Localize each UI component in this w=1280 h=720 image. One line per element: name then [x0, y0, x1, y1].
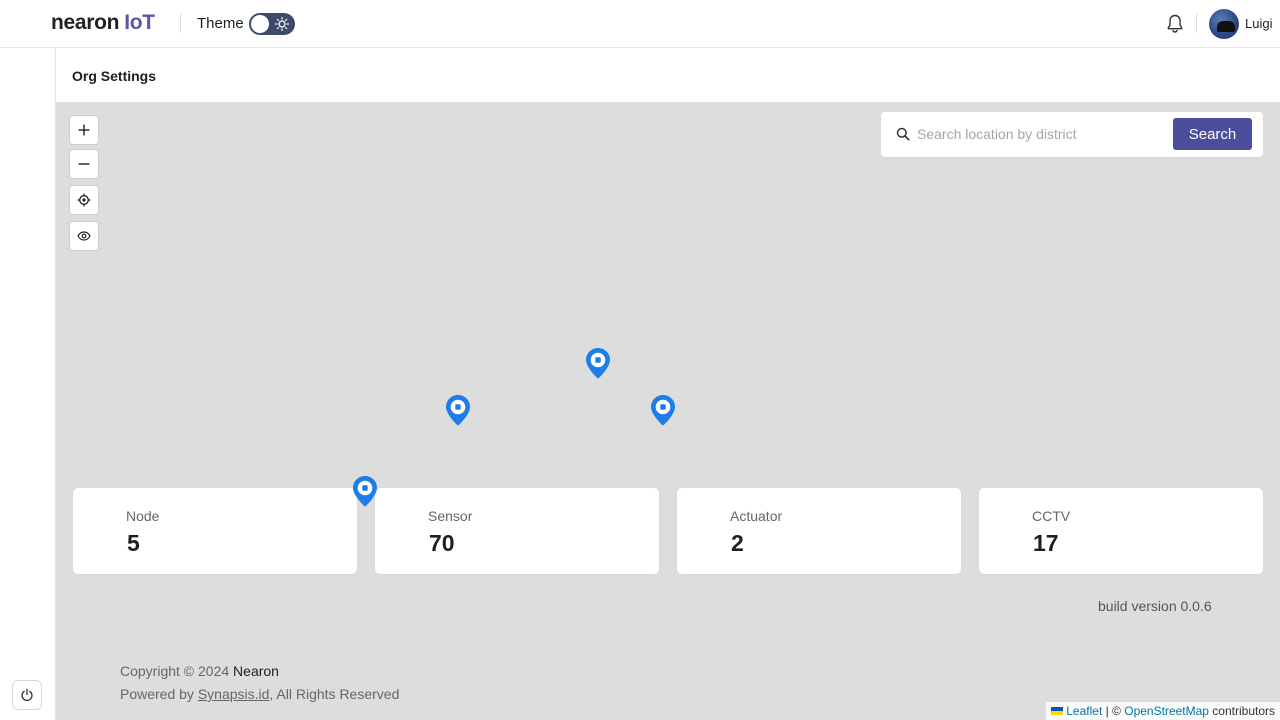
powered-suffix: , All Rights Reserved — [269, 686, 400, 702]
eye-icon — [77, 231, 91, 241]
app-logo[interactable]: nearon IoT — [51, 11, 155, 35]
ukraine-flag-icon — [1051, 707, 1064, 715]
stat-label: Sensor — [428, 508, 473, 524]
stat-label: CCTV — [1032, 508, 1071, 524]
toggle-knob — [251, 15, 269, 33]
logo-suffix: IoT — [124, 11, 155, 34]
sun-icon — [274, 16, 290, 32]
powered-by: Powered by Synapsis.id, All Rights Reser… — [120, 686, 399, 702]
attribution-suffix: contributors — [1208, 704, 1275, 718]
map-view[interactable]: Search Node 5 Sensor 70 Actuator 2 CCTV … — [56, 102, 1280, 720]
avatar-figure — [1217, 21, 1235, 32]
map-pin-icon[interactable] — [352, 475, 378, 507]
stat-card-sensor: Sensor 70 — [374, 487, 660, 575]
build-version: build version 0.0.6 — [1098, 598, 1212, 614]
stat-card-cctv: CCTV 17 — [978, 487, 1264, 575]
map-pin-icon[interactable] — [585, 347, 611, 379]
minus-icon — [78, 163, 90, 165]
stat-label: Actuator — [730, 508, 783, 524]
search-button[interactable]: Search — [1173, 118, 1252, 150]
stat-value: 70 — [429, 530, 455, 556]
bell-icon[interactable] — [1165, 13, 1185, 35]
synapsis-link[interactable]: Synapsis.id — [198, 686, 270, 702]
locate-button[interactable] — [69, 185, 99, 215]
avatar[interactable] — [1209, 9, 1239, 39]
location-search: Search — [881, 112, 1263, 157]
logo-brand: nearon — [51, 11, 120, 34]
map-pin-icon[interactable] — [650, 394, 676, 426]
power-icon — [21, 688, 33, 702]
page-header: Org Settings — [56, 48, 1280, 102]
leaflet-link[interactable]: Leaflet — [1066, 704, 1102, 718]
user-name[interactable]: Luigi — [1245, 16, 1272, 31]
search-icon — [896, 127, 910, 141]
stat-value: 5 — [127, 530, 140, 556]
header-divider-right — [1196, 13, 1197, 33]
top-bar: nearon IoT Theme Luigi — [0, 0, 1280, 48]
header-divider — [180, 13, 181, 33]
stat-card-actuator: Actuator 2 — [676, 487, 962, 575]
sidebar — [0, 48, 56, 720]
stat-card-node: Node 5 — [72, 487, 358, 575]
logout-button[interactable] — [12, 680, 42, 710]
stat-label: Node — [126, 508, 160, 524]
theme-toggle[interactable] — [249, 13, 295, 35]
toggle-visibility-button[interactable] — [69, 221, 99, 251]
attribution-separator: | © — [1102, 704, 1125, 718]
crosshair-icon — [77, 193, 91, 207]
map-pin-icon[interactable] — [445, 394, 471, 426]
map-attribution: Leaflet | © OpenStreetMap contributors — [1046, 702, 1280, 720]
page-title: Org Settings — [72, 68, 157, 84]
stat-value: 17 — [1033, 530, 1059, 556]
stat-value: 2 — [731, 530, 744, 556]
plus-icon — [78, 124, 90, 136]
theme-label: Theme — [197, 15, 244, 32]
zoom-out-button[interactable] — [69, 149, 99, 179]
copyright-company: Nearon — [233, 663, 279, 679]
search-input[interactable] — [917, 123, 1167, 145]
zoom-in-button[interactable] — [69, 115, 99, 145]
copyright: Copyright © 2024 Nearon — [120, 663, 279, 679]
copyright-prefix: Copyright © 2024 — [120, 663, 234, 679]
powered-prefix: Powered by — [120, 686, 198, 702]
openstreetmap-link[interactable]: OpenStreetMap — [1124, 704, 1209, 718]
